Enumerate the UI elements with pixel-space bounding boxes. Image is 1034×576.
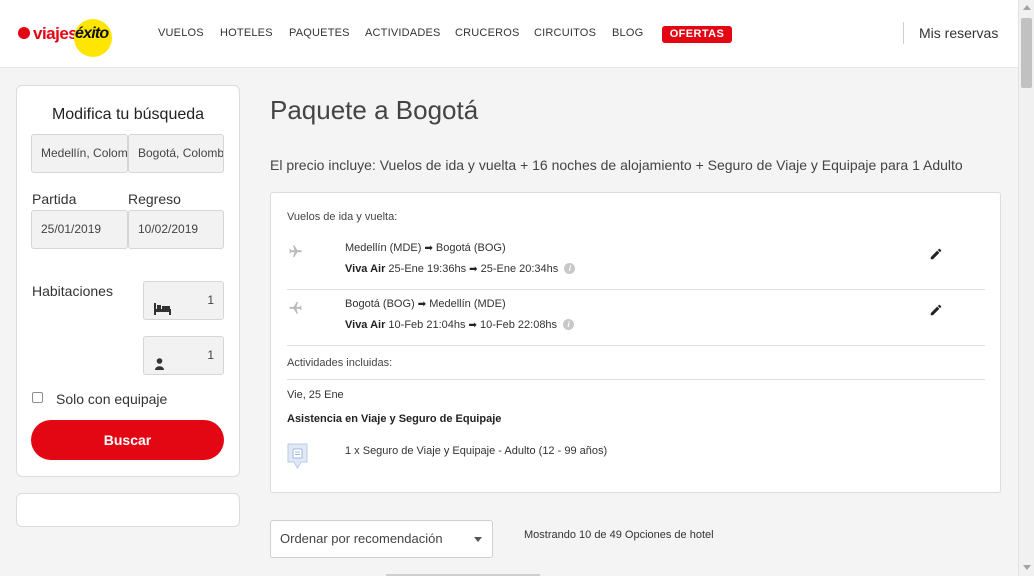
flights-activities-divider [287, 345, 985, 346]
departure-date-input[interactable]: 25/01/2019 [31, 210, 128, 249]
return-label: Regreso [128, 191, 181, 207]
logo-dot-icon [18, 27, 30, 39]
logo-text-exito: éxito [75, 25, 109, 42]
search-panel: Modifica tu búsqueda Medellín, Colombia … [16, 85, 240, 477]
flight-depart-time: 10-Feb 21:04hs [388, 319, 466, 331]
info-icon[interactable]: i [563, 319, 575, 330]
flight-depart-time: 25-Ene 19:36hs [388, 263, 467, 275]
logo-text-viajes: viajes [33, 24, 78, 43]
arrow-right-icon: ➡ [424, 243, 433, 254]
flight-times: Viva Air 25-Ene 19:36hs ➡ 25-Ene 20:34hs… [345, 263, 576, 275]
flight-arrive-time: 25-Ene 20:34hs [480, 263, 559, 275]
flight-airline: Viva Air [345, 319, 386, 331]
chevron-down-icon [474, 537, 482, 542]
flight-route: Medellín (MDE) ➡ Bogotá (BOG) [345, 242, 506, 254]
scroll-up-icon[interactable] [1023, 5, 1031, 10]
flight-destination: Medellín (MDE) [429, 298, 506, 310]
flight-origin: Bogotá (BOG) [345, 298, 415, 310]
flight-origin: Medellín (MDE) [345, 242, 422, 254]
adults-value: 1 [207, 348, 214, 362]
activity-date: Vie, 25 Ene [287, 389, 344, 401]
scroll-thumb[interactable] [1021, 18, 1032, 88]
luggage-label: Solo con equipaje [56, 391, 168, 407]
brand-logo[interactable]: viajes éxito [18, 15, 118, 57]
return-date-input[interactable]: 10/02/2019 [128, 210, 224, 249]
flight-airline: Viva Air [345, 263, 386, 275]
flights-section-label: Vuelos de ida y vuelta: [287, 211, 398, 223]
secondary-panel [16, 493, 240, 527]
arrow-right-icon: ➡ [417, 299, 427, 310]
activities-section-label: Actividades incluidas: [287, 357, 393, 369]
activity-item: 1 x Seguro de Viaje y Equipaje - Adulto … [345, 445, 608, 457]
arrow-right-icon: ➡ [468, 320, 477, 331]
departure-label: Partida [32, 191, 77, 207]
adults-stepper[interactable]: 1 [143, 336, 224, 375]
luggage-checkbox[interactable] [32, 392, 43, 403]
rooms-value: 1 [207, 293, 214, 307]
nav-divider [903, 22, 904, 44]
top-navigation-bar: viajes éxito VUELOS HOTELES PAQUETES ACT… [0, 0, 1018, 68]
nav-paquetes[interactable]: PAQUETES [289, 27, 350, 39]
sort-select-value: Ordenar por recomendación [280, 531, 443, 546]
plane-icon [287, 300, 304, 320]
person-icon [155, 348, 164, 374]
flight-row: Medellín (MDE) ➡ Bogotá (BOG) Viva Air 2… [287, 236, 985, 286]
search-panel-title: Modifica tu búsqueda [51, 106, 205, 123]
nav-vuelos[interactable]: VUELOS [158, 27, 204, 39]
search-button[interactable]: Buscar [31, 420, 224, 460]
plane-icon [287, 244, 304, 264]
flight-arrive-time: 10-Feb 22:08hs [480, 319, 558, 331]
insurance-icon [287, 443, 308, 474]
nav-ofertas-button[interactable]: OFERTAS [662, 26, 732, 43]
flight-route: Bogotá (BOG) ➡ Medellín (MDE) [345, 298, 506, 310]
bed-icon [154, 293, 171, 319]
arrow-right-icon: ➡ [469, 264, 478, 275]
activity-name: Asistencia en Viaje y Seguro de Equipaje [287, 413, 502, 425]
results-count: Mostrando 10 de 49 Opciones de hotel [524, 529, 714, 541]
price-includes-text: El precio incluye: Vuelos de ida y vuelt… [270, 157, 963, 173]
flight-row: Bogotá (BOG) ➡ Medellín (MDE) Viva Air 1… [287, 292, 985, 342]
flight-divider [287, 289, 985, 290]
my-reservations-link[interactable]: Mis reservas [919, 25, 998, 41]
nav-actividades[interactable]: ACTIVIDADES [365, 27, 441, 39]
pencil-icon[interactable] [929, 303, 943, 322]
page-title: Paquete a Bogotá [270, 95, 479, 125]
rooms-label: Habitaciones [32, 283, 113, 299]
flight-destination: Bogotá (BOG) [435, 242, 506, 254]
info-icon[interactable]: i [564, 263, 576, 274]
flight-times: Viva Air 10-Feb 21:04hs ➡ 10-Feb 22:08hs… [345, 319, 575, 331]
package-summary-card: Vuelos de ida y vuelta: Medellín (MDE) ➡… [270, 192, 1001, 493]
sort-select[interactable]: Ordenar por recomendación [270, 520, 493, 558]
activities-divider [287, 379, 985, 380]
rooms-stepper[interactable]: 1 [143, 281, 224, 320]
nav-blog[interactable]: BLOG [612, 27, 643, 39]
nav-hoteles[interactable]: HOTELES [220, 27, 273, 39]
page-scrollbar[interactable] [1018, 0, 1034, 576]
scroll-down-icon[interactable] [1023, 565, 1031, 570]
origin-input[interactable]: Medellín, Colombia [31, 134, 128, 173]
destination-input[interactable]: Bogotá, Colombia [128, 134, 224, 173]
nav-cruceros[interactable]: CRUCEROS [455, 27, 520, 39]
pencil-icon[interactable] [929, 247, 943, 266]
nav-circuitos[interactable]: CIRCUITOS [534, 27, 596, 39]
